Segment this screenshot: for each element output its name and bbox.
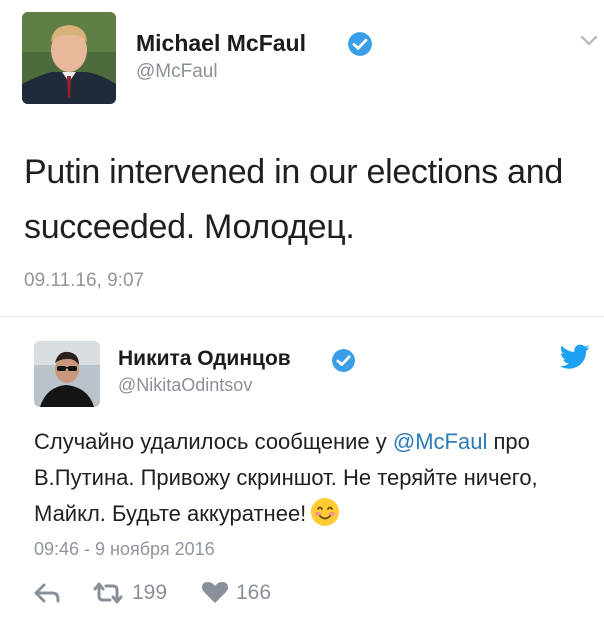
retweet-count: 199	[132, 581, 168, 604]
user-handle[interactable]: @McFaul	[136, 61, 218, 83]
twitter-bird-icon[interactable]	[559, 344, 590, 375]
avatar[interactable]	[22, 12, 116, 104]
heart-icon	[202, 582, 228, 604]
display-name[interactable]: Michael McFaul	[136, 30, 306, 57]
display-name[interactable]: Никита Одинцов	[118, 347, 291, 371]
original-tweet: Michael McFaul @McFaul Putin intervened …	[0, 0, 604, 316]
reply-button[interactable]	[34, 579, 60, 607]
avatar[interactable]	[34, 341, 100, 407]
tweet-timestamp[interactable]: 09:46 - 9 ноября 2016	[34, 539, 215, 560]
verified-badge-icon	[347, 31, 373, 62]
tweet-text: Putin intervened in our elections and su…	[24, 153, 563, 246]
tweet-timestamp[interactable]: 09.11.16, 9:07	[24, 270, 144, 292]
tweet-text-part: Случайно удалилось сообщение у	[34, 429, 393, 454]
tweet-text: Случайно удалилось сообщение у @McFaul п…	[34, 424, 594, 538]
user-handle[interactable]: @NikitaOdintsov	[118, 375, 252, 396]
verified-badge-icon	[331, 348, 356, 378]
quote-tweet: Никита Одинцов @NikitaOdintsov Случайно …	[0, 317, 604, 629]
like-button[interactable]: 166	[202, 579, 271, 607]
retweet-button[interactable]: 199	[92, 579, 167, 607]
like-count: 166	[236, 581, 272, 604]
chevron-down-icon[interactable]	[580, 34, 598, 52]
smiling-face-emoji	[310, 497, 340, 538]
mention-link[interactable]: @McFaul	[393, 429, 487, 454]
retweet-icon	[92, 582, 124, 604]
reply-icon	[34, 583, 60, 603]
